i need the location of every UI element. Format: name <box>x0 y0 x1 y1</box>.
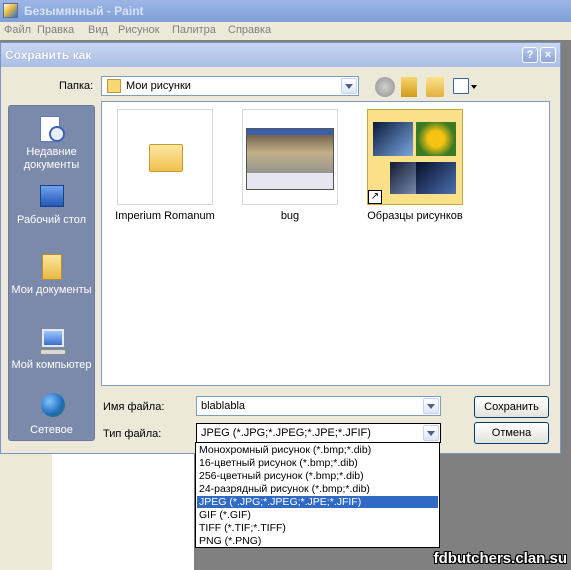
up-folder-icon[interactable] <box>401 77 417 97</box>
filename-value: blablabla <box>201 400 246 412</box>
filetype-option[interactable]: 16-цветный рисунок (*.bmp;*.dib) <box>197 457 438 469</box>
filetype-option[interactable]: 256-цветный рисунок (*.bmp;*.dib) <box>197 470 438 482</box>
place-desktop-label: Рабочий стол <box>16 214 87 226</box>
dialog-title: Сохранить как <box>5 48 92 62</box>
file-name-imperium: Imperium Romanum <box>115 210 215 222</box>
help-button[interactable]: ? <box>522 47 538 63</box>
close-button[interactable]: × <box>540 47 556 63</box>
folder-value: Мои рисунки <box>126 80 191 92</box>
menu-palette[interactable]: Палитра <box>172 24 216 36</box>
network-icon <box>37 392 67 422</box>
back-icon[interactable] <box>375 77 395 97</box>
menu-view[interactable]: Вид <box>88 24 108 36</box>
cancel-button[interactable]: Отмена <box>474 422 549 444</box>
folder-label: Папка: <box>59 80 94 92</box>
paint-canvas[interactable] <box>52 440 194 570</box>
filename-combobox[interactable]: blablabla <box>196 396 441 416</box>
shortcut-arrow-icon: ↗ <box>368 190 382 204</box>
filetype-value: JPEG (*.JPG;*.JPEG;*.JPE;*.JFIF) <box>201 427 371 439</box>
sample-thumb-2 <box>416 122 456 156</box>
image-thumbnail-icon <box>246 128 334 190</box>
my-computer-icon <box>37 327 67 357</box>
place-recent-label: Недавние документы <box>23 146 80 171</box>
paint-title-bar: Безымянный - Paint <box>0 0 571 22</box>
place-recent[interactable]: Недавние документы <box>9 114 94 172</box>
filetype-option[interactable]: 24-разрядный рисунок (*.bmp;*.dib) <box>197 483 438 495</box>
menu-edit[interactable]: Правка <box>37 24 74 36</box>
file-item-sample-pictures[interactable]: ↗ <box>367 109 463 205</box>
file-item-imperium[interactable] <box>117 109 213 205</box>
filetype-option[interactable]: Монохромный рисунок (*.bmp;*.dib) <box>197 444 438 456</box>
save-as-dialog: Сохранить как ? × Папка: Мои рисунки Нед… <box>0 42 561 454</box>
menu-file[interactable]: Файл <box>4 24 31 36</box>
view-menu-icon[interactable] <box>453 78 469 94</box>
dialog-title-bar: Сохранить как ? × <box>1 43 560 67</box>
place-my-computer-label: Мой компьютер <box>11 359 92 371</box>
paint-app-icon <box>3 3 18 18</box>
desktop-icon <box>37 182 67 212</box>
site-watermark: fdbutchers.clan.su <box>433 550 567 567</box>
file-item-bug[interactable] <box>242 109 338 205</box>
paint-window-title: Безымянный - Paint <box>24 4 144 18</box>
sample-thumb-4 <box>416 162 456 194</box>
filetype-chevron-down-icon[interactable] <box>423 425 439 441</box>
recent-documents-icon <box>37 114 67 144</box>
filetype-dropdown-list: Монохромный рисунок (*.bmp;*.dib) 16-цве… <box>195 442 440 548</box>
folder-icon <box>149 144 183 172</box>
my-documents-icon <box>37 252 67 282</box>
menu-help[interactable]: Справка <box>228 24 271 36</box>
file-name-sample-pictures: Образцы рисунков <box>367 210 463 222</box>
filetype-option[interactable]: PNG (*.PNG) <box>197 535 438 547</box>
filetype-option[interactable]: GIF (*.GIF) <box>197 509 438 521</box>
sample-thumb-1 <box>373 122 413 156</box>
place-my-documents[interactable]: Мои документы <box>9 252 94 297</box>
view-dropdown-icon[interactable] <box>471 85 477 89</box>
menu-image[interactable]: Рисунок <box>118 24 160 36</box>
paint-toolbox <box>0 440 52 570</box>
place-my-documents-label: Мои документы <box>11 284 92 296</box>
save-button[interactable]: Сохранить <box>474 396 549 418</box>
chevron-down-icon[interactable] <box>341 78 357 94</box>
filetype-combobox[interactable]: JPEG (*.JPG;*.JPEG;*.JPE;*.JFIF) <box>196 423 441 443</box>
place-desktop[interactable]: Рабочий стол <box>9 182 94 227</box>
paint-menu-bar: Файл Правка Вид Рисунок Палитра Справка <box>0 22 571 40</box>
filename-label: Имя файла: <box>103 401 165 413</box>
file-name-bug: bug <box>280 210 300 222</box>
filename-chevron-down-icon[interactable] <box>423 398 439 414</box>
filetype-option[interactable]: TIFF (*.TIF;*.TIFF) <box>197 522 438 534</box>
place-network-label: Сетевое <box>30 424 73 436</box>
folder-small-icon <box>107 79 121 93</box>
places-bar: Недавние документы Рабочий стол Мои доку… <box>8 105 95 441</box>
place-network[interactable]: Сетевое <box>9 392 94 437</box>
filetype-label: Тип файла: <box>103 428 162 440</box>
folder-combobox[interactable]: Мои рисунки <box>101 76 359 96</box>
new-folder-icon[interactable] <box>426 77 444 97</box>
place-my-computer[interactable]: Мой компьютер <box>9 327 94 372</box>
filetype-option-selected[interactable]: JPEG (*.JPG;*.JPEG;*.JPE;*.JFIF) <box>197 496 438 508</box>
file-list-view[interactable]: Imperium Romanum bug ↗ Образцы рисунков <box>101 101 550 386</box>
